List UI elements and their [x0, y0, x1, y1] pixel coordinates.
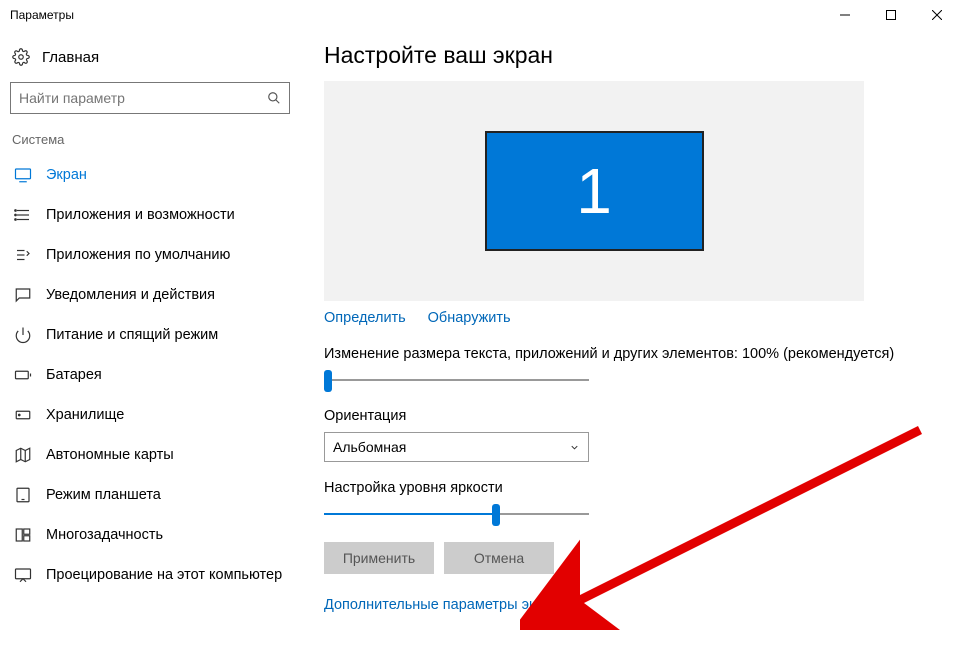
maximize-button[interactable]: [868, 0, 914, 30]
storage-icon: [14, 406, 32, 424]
search-input[interactable]: [19, 90, 267, 106]
scale-label: Изменение размера текста, приложений и д…: [324, 346, 936, 362]
power-icon: [14, 326, 32, 344]
sidebar-item-multitasking[interactable]: Многозадачность: [8, 515, 292, 555]
monitor-label: 1: [576, 154, 612, 228]
sidebar-item-label: Автономные карты: [46, 447, 174, 463]
sidebar-item-apps-features[interactable]: Приложения и возможности: [8, 195, 292, 235]
sidebar-item-label: Приложения по умолчанию: [46, 247, 230, 263]
minimize-button[interactable]: [822, 0, 868, 30]
tablet-icon: [14, 486, 32, 504]
sidebar-item-tablet-mode[interactable]: Режим планшета: [8, 475, 292, 515]
battery-icon: [14, 366, 32, 384]
monitor-1[interactable]: 1: [485, 131, 704, 251]
orientation-dropdown[interactable]: Альбомная: [324, 432, 589, 462]
notifications-icon: [14, 286, 32, 304]
chevron-down-icon: [569, 442, 580, 453]
sidebar-item-label: Хранилище: [46, 407, 124, 423]
sidebar-item-label: Проецирование на этот компьютер: [46, 567, 282, 583]
brightness-slider[interactable]: [324, 504, 589, 524]
sidebar-item-notifications[interactable]: Уведомления и действия: [8, 275, 292, 315]
default-apps-icon: [14, 246, 32, 264]
orientation-label: Ориентация: [324, 408, 936, 424]
search-icon: [267, 91, 281, 105]
display-preview[interactable]: 1: [324, 81, 864, 301]
sidebar-item-label: Экран: [46, 167, 87, 183]
home-link[interactable]: Главная: [8, 42, 292, 82]
orientation-value: Альбомная: [333, 439, 406, 455]
map-icon: [14, 446, 32, 464]
sidebar-item-label: Режим планшета: [46, 487, 161, 503]
close-button[interactable]: [914, 0, 960, 30]
scale-slider[interactable]: [324, 370, 589, 390]
sidebar-item-storage[interactable]: Хранилище: [8, 395, 292, 435]
multitasking-icon: [14, 526, 32, 544]
sidebar-item-label: Многозадачность: [46, 527, 163, 543]
apply-button[interactable]: Применить: [324, 542, 434, 574]
list-icon: [14, 206, 32, 224]
sidebar-item-label: Приложения и возможности: [46, 207, 235, 223]
page-title: Настройте ваш экран: [324, 42, 936, 69]
sidebar-item-label: Батарея: [46, 367, 102, 383]
cancel-button[interactable]: Отмена: [444, 542, 554, 574]
window-title: Параметры: [10, 8, 74, 22]
brightness-label: Настройка уровня яркости: [324, 480, 936, 496]
sidebar-item-display[interactable]: Экран: [8, 155, 292, 195]
advanced-display-link[interactable]: Дополнительные параметры экрана: [324, 597, 568, 613]
sidebar-item-label: Питание и спящий режим: [46, 327, 218, 343]
sidebar-item-default-apps[interactable]: Приложения по умолчанию: [8, 235, 292, 275]
sidebar-item-offline-maps[interactable]: Автономные карты: [8, 435, 292, 475]
sidebar-item-label: Уведомления и действия: [46, 287, 215, 303]
sidebar-item-battery[interactable]: Батарея: [8, 355, 292, 395]
project-icon: [14, 566, 32, 584]
detect-link[interactable]: Обнаружить: [428, 310, 511, 326]
gear-icon: [12, 48, 30, 66]
home-label: Главная: [42, 49, 99, 66]
section-label: Система: [8, 132, 292, 155]
display-icon: [14, 166, 32, 184]
identify-link[interactable]: Определить: [324, 310, 406, 326]
sidebar-item-projecting[interactable]: Проецирование на этот компьютер: [8, 555, 292, 595]
search-input-wrap[interactable]: [10, 82, 290, 114]
sidebar-item-power-sleep[interactable]: Питание и спящий режим: [8, 315, 292, 355]
